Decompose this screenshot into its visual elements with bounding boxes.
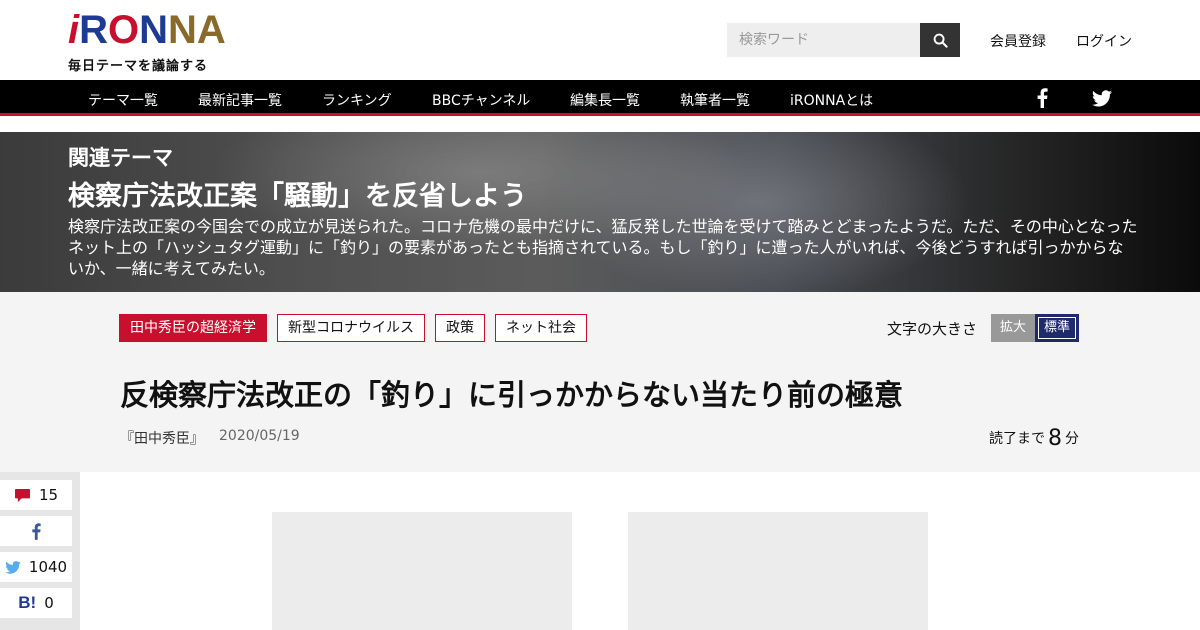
tag-net-society[interactable]: ネット社会 (495, 314, 587, 342)
logo-letter: N (168, 8, 197, 52)
twitter-share-button[interactable]: 1040 (0, 552, 72, 582)
nav-item-bbc[interactable]: BBCチャンネル (432, 90, 530, 110)
nav-item-themes[interactable]: テーマ一覧 (88, 90, 158, 110)
comment-button[interactable]: 15 (0, 480, 72, 510)
read-time-minutes: 8 (1048, 426, 1062, 451)
nav-item-ranking[interactable]: ランキング (322, 90, 392, 110)
article-title: 反検察庁法改正の「釣り」に引っかからない当たり前の極意 (120, 378, 904, 412)
comment-count: 15 (38, 486, 59, 504)
tag-series[interactable]: 田中秀臣の超経済学 (119, 314, 267, 342)
main-nav: テーマ一覧 最新記事一覧 ランキング BBCチャンネル 編集長一覧 執筆者一覧 … (0, 80, 1200, 116)
font-size-standard-button[interactable]: 標準 (1035, 314, 1079, 342)
facebook-share-button[interactable] (0, 516, 72, 546)
read-time-prefix: 読了まで (989, 431, 1045, 447)
logo-letter: i (68, 8, 80, 52)
nav-item-writers[interactable]: 執筆者一覧 (680, 90, 750, 110)
hero-description: 検察庁法改正案の今国会での成立が見送られた。コロナ危機の最中だけに、猛反発した世… (68, 217, 1138, 278)
search-icon (933, 33, 948, 48)
hatena-bookmark-icon: B! (18, 593, 37, 612)
logo-letter: N (139, 8, 169, 52)
tag-coronavirus[interactable]: 新型コロナウイルス (277, 314, 425, 342)
twitter-count: 1040 (28, 558, 68, 576)
font-size-enlarge-button[interactable]: 拡大 (991, 314, 1035, 342)
facebook-icon (32, 522, 41, 540)
register-link[interactable]: 会員登録 (990, 31, 1046, 51)
share-sidebar: 15 1040 B! 0 (0, 472, 80, 630)
login-link[interactable]: ログイン (1076, 31, 1132, 51)
search-input[interactable] (727, 23, 920, 57)
content-placeholder (272, 512, 572, 630)
nav-item-editors[interactable]: 編集長一覧 (570, 90, 640, 110)
facebook-icon[interactable] (1031, 87, 1053, 109)
logo-tagline: 毎日テーマを議論する (68, 59, 209, 74)
read-time: 読了まで 8 分 (989, 426, 1079, 451)
logo-letter: O (108, 8, 140, 52)
logo-letter: A (196, 8, 226, 52)
hero-kicker: 関連テーマ (68, 146, 173, 170)
related-theme-hero[interactable]: 関連テーマ 検察庁法改正案「騒動」を反省しよう 検察庁法改正案の今国会での成立が… (0, 132, 1200, 292)
twitter-icon[interactable] (1091, 87, 1113, 109)
nav-item-latest[interactable]: 最新記事一覧 (198, 90, 282, 110)
hatena-count: 0 (44, 594, 54, 612)
article-date: 2020/05/19 (219, 428, 300, 444)
hatena-bookmark-button[interactable]: B! 0 (0, 588, 72, 618)
font-size-label: 文字の大きさ (887, 320, 978, 338)
article-header: 田中秀臣の超経済学 新型コロナウイルス 政策 ネット社会 文字の大きさ 拡大 標… (0, 292, 1200, 472)
site-header: iRONNA 毎日テーマを議論する 会員登録 ログイン (0, 0, 1200, 80)
tag-policy[interactable]: 政策 (435, 314, 485, 342)
article-author[interactable]: 『田中秀臣』 (120, 428, 204, 448)
hero-title[interactable]: 検察庁法改正案「騒動」を反省しよう (68, 174, 527, 213)
logo-letter: R (79, 8, 109, 52)
site-logo[interactable]: iRONNA 毎日テーマを議論する (68, 10, 228, 74)
comment-icon (14, 488, 30, 502)
read-time-suffix: 分 (1065, 431, 1079, 447)
nav-item-about[interactable]: iRONNAとは (790, 90, 873, 110)
logo-wordmark: iRONNA (68, 10, 226, 50)
content-placeholder (628, 512, 928, 630)
search-button[interactable] (920, 23, 960, 57)
twitter-icon (5, 560, 21, 574)
